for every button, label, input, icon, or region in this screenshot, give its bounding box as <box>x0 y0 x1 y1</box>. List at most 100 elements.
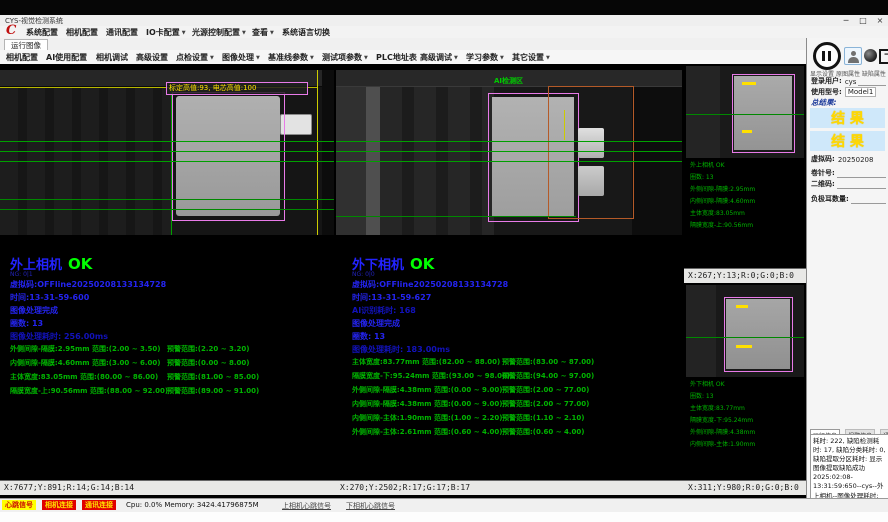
tool-test-params[interactable]: 测试项参数▼ <box>322 52 368 63</box>
chevron-down-icon: ▼ <box>242 30 246 36</box>
highlight-mark <box>736 345 752 348</box>
close-icon[interactable]: × <box>872 15 888 26</box>
measurement-text: 外侧间隙-隔膜:4.38mm 范围:(0.00 ~ 9.00) <box>352 385 502 395</box>
tool-camera-debug[interactable]: 相机调试 <box>96 52 128 63</box>
menu-camera-config[interactable]: 相机配置 <box>66 27 98 38</box>
tool-ai-config[interactable]: AI使用配置 <box>46 52 87 63</box>
tool-camera-config[interactable]: 相机配置 <box>6 52 38 63</box>
login-label: 登录用户: <box>811 76 842 86</box>
menu-io-config[interactable]: IO卡配置▼ <box>146 27 186 38</box>
tool-label: AI使用配置 <box>46 53 87 62</box>
measure-line-green <box>0 151 334 152</box>
model-select[interactable]: Model1 <box>845 87 876 97</box>
calibration-line-yellow <box>317 70 318 235</box>
thumb-line: 圈数: 13 <box>690 172 755 184</box>
menu-view[interactable]: 查看▼ <box>252 27 274 38</box>
tool-label: 学习参数 <box>466 53 498 62</box>
power-button[interactable] <box>864 49 877 62</box>
vcode-row: 虚拟码: 20250208 <box>811 154 886 164</box>
thumb-line: 主体宽度:83.05mm <box>690 208 755 220</box>
pause-icon <box>828 51 831 61</box>
left-view-pixel-caption: X:7677;Y:891;R:14;G:14;B:14 <box>0 480 339 495</box>
measurement-row: 外侧间隙-隔膜:4.38mm 范围:(0.00 ~ 9.00) 预警范围:(2.… <box>352 385 677 395</box>
login-value: cys <box>845 78 857 86</box>
model-row: 使用型号: Model1 <box>811 87 886 97</box>
pause-button[interactable] <box>813 42 841 70</box>
left-camera-image[interactable]: 标定高值:93, 电芯高值:100 <box>0 70 334 235</box>
measurement-row: 内侧间隙-主体:1.90mm 范围:(1.00 ~ 2.20) 预警范围:(1.… <box>352 413 677 423</box>
measure-line-green <box>0 161 334 162</box>
camera-connect-badge: 相机连接 <box>42 500 76 510</box>
machine-structure <box>336 70 366 235</box>
log-textarea[interactable]: 耗时: 222, 缺陷检测耗时: 17, 缺陷分类耗时: 0, 缺陷提取分区耗时… <box>810 434 888 502</box>
menu-light-config[interactable]: 光源控制配置▼ <box>192 27 246 38</box>
warning-range-text: 预警范围:(83.00 ~ 87.00) <box>502 357 594 367</box>
user-button[interactable] <box>844 47 862 65</box>
height-label: 标定高值:93, 电芯高值:100 <box>166 82 308 95</box>
elapsed-line: 图像处理耗时: 256.00ms <box>10 331 108 342</box>
menu-language-switch[interactable]: 系统语言切换 <box>282 27 330 38</box>
lower-camera-heartbeat: 下相机心跳信号 <box>346 501 395 511</box>
measure-line-green <box>686 337 804 338</box>
menu-label: 查看 <box>252 28 268 37</box>
tabcount-label: 负极耳数量: <box>811 194 849 204</box>
turns-line: 圈数: 13 <box>352 331 385 342</box>
roi-box-magenta <box>724 297 793 372</box>
tool-advanced-settings[interactable]: 高级设置 <box>136 52 168 63</box>
thumbnail-text-block: 外上相机 OK 圈数: 13 外侧间隙-隔膜:2.95mm 内侧间隙-隔膜:4.… <box>690 160 755 232</box>
chevron-down-icon: ▼ <box>546 55 550 61</box>
user-icon <box>851 51 856 56</box>
tool-baseline-params[interactable]: 基准线参数▼ <box>268 52 314 63</box>
logout-button[interactable]: → <box>879 48 888 63</box>
menu-label: IO卡配置 <box>146 28 180 37</box>
tool-image-process[interactable]: 图像处理▼ <box>222 52 260 63</box>
thumb-top-pixel-caption: X:267;Y:13;R:0;G:0;B:0 <box>684 268 810 283</box>
measurement-text: 内侧间隙-隔膜:4.38mm 范围:(0.00 ~ 9.00) <box>352 399 502 409</box>
thumbnail-top-image <box>686 66 804 158</box>
menu-label: 通讯配置 <box>106 28 138 37</box>
warning-range-text: 预警范围:(2.00 ~ 77.00) <box>502 399 589 409</box>
menu-system-config[interactable]: 系统配置 <box>26 27 58 38</box>
menu-comm-config[interactable]: 通讯配置 <box>106 27 138 38</box>
maximize-icon[interactable]: □ <box>855 15 871 26</box>
tool-advanced-debug[interactable]: 高级调试▼ <box>420 52 458 63</box>
warning-range-text: 预警范围:(89.00 ~ 91.00) <box>167 386 259 396</box>
measurement-text: 隔膜宽度-下:95.24mm 范围:(93.00 ~ 98.00) <box>352 371 510 381</box>
winder-row: 卷针号: <box>811 168 886 178</box>
thumb-line: 隔膜宽度-下:95.24mm <box>690 415 755 427</box>
measurement-text: 主体宽度:83.77mm 范围:(82.00 ~ 88.00) <box>352 357 500 367</box>
cpu-memory-text: Cpu: 0.0% Memory: 3424.41796875M <box>126 501 259 509</box>
model-label: 使用型号: <box>811 87 842 97</box>
tool-label: 高级设置 <box>136 53 168 62</box>
underline <box>837 180 886 189</box>
tool-learning-params[interactable]: 学习参数▼ <box>466 52 504 63</box>
highlight-mark <box>742 82 756 85</box>
process-done-line: 图像处理完成 <box>352 318 400 329</box>
metal-part <box>578 166 604 196</box>
logout-arrow-icon: → <box>884 50 888 60</box>
thumbnail-bottom[interactable]: 外下相机 OK 圈数: 13 主体宽度:83.77mm 隔膜宽度-下:95.24… <box>684 283 806 494</box>
calibration-line-yellow <box>564 110 565 140</box>
measurement-text: 内侧间隙-主体:1.90mm 范围:(1.00 ~ 2.20) <box>352 413 502 423</box>
tool-label: 图像处理 <box>222 53 254 62</box>
machine-dark-zone <box>322 70 334 235</box>
tool-spot-check[interactable]: 点检设置▼ <box>176 52 214 63</box>
measure-line-green <box>336 141 682 142</box>
machine-structure <box>686 285 716 377</box>
bottom-margin <box>0 512 888 522</box>
thumbnail-top[interactable]: 外上相机 OK 圈数: 13 外侧间隙-隔膜:2.95mm 内侧间隙-隔膜:4.… <box>684 64 806 282</box>
ai-area-label: AI检测区 <box>494 76 523 86</box>
comm-connect-badge: 通讯连接 <box>82 500 116 510</box>
chevron-down-icon: ▼ <box>256 55 260 61</box>
thumb-line: 外下相机 OK <box>690 379 755 391</box>
tool-other-settings[interactable]: 其它设置▼ <box>512 52 550 63</box>
middle-camera-image[interactable]: AI检测区 <box>336 70 682 235</box>
chevron-down-icon: ▼ <box>270 30 274 36</box>
tool-label: 相机配置 <box>6 53 38 62</box>
process-done-line: 图像处理完成 <box>10 305 58 316</box>
control-panel: → 显示设置 原图属性 缺陷属性 登录用户: cys 使用型号: Model1 … <box>806 38 888 498</box>
warning-range-text: 预警范围:(94.00 ~ 97.00) <box>502 371 594 381</box>
minimize-icon[interactable]: ─ <box>838 15 854 26</box>
tool-plc-address[interactable]: PLC地址表 <box>376 52 417 63</box>
thumb-line: 外侧间隙-隔膜:4.38mm <box>690 427 755 439</box>
